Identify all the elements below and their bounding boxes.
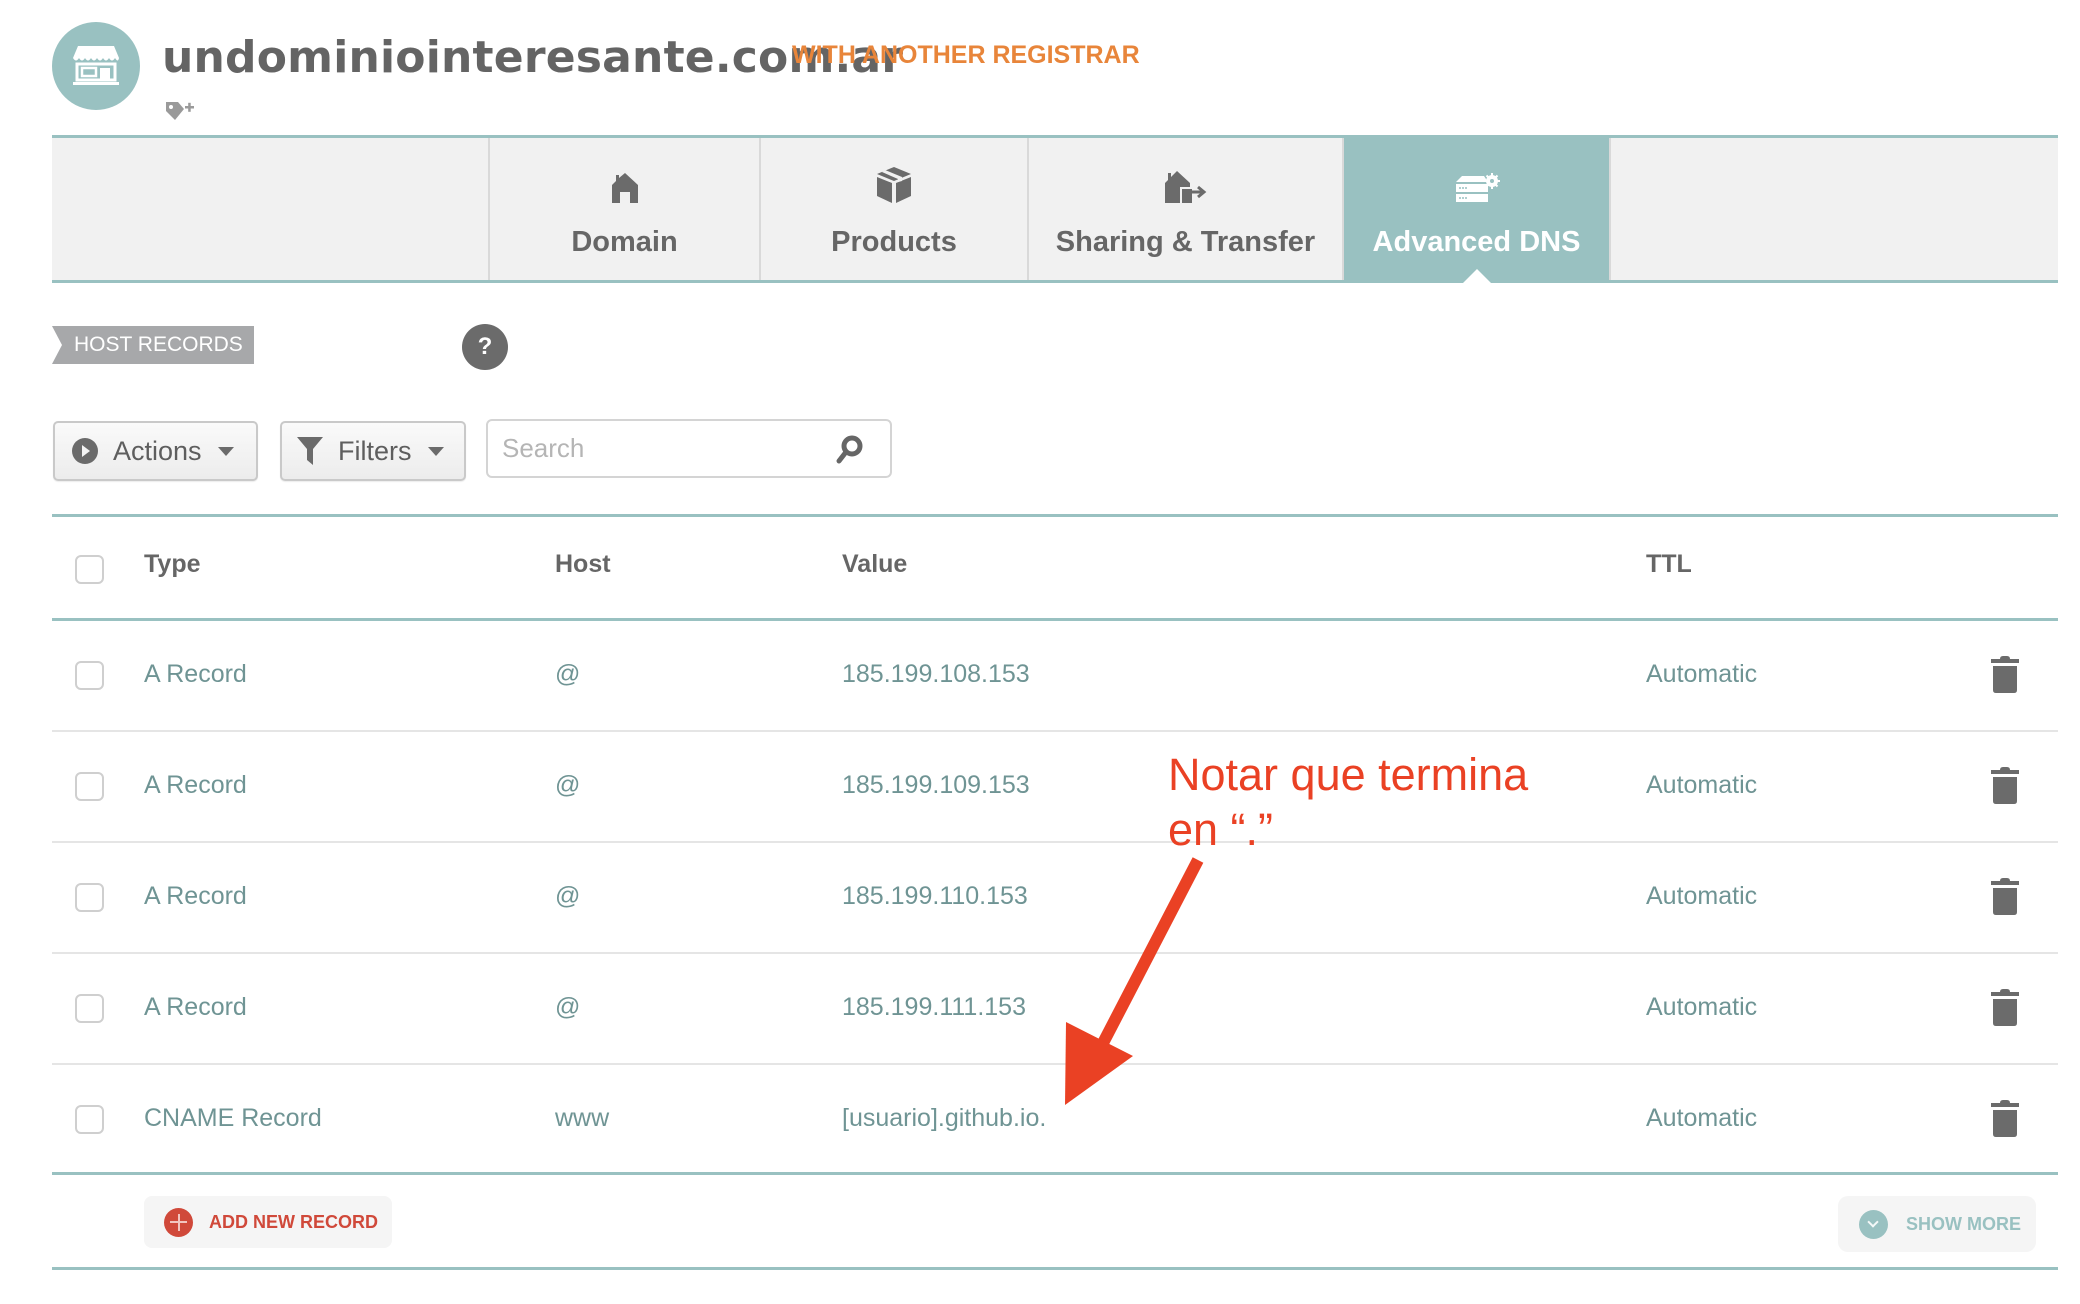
- trash-icon[interactable]: [1990, 655, 2020, 694]
- cell-host: @: [555, 770, 581, 799]
- add-tag-icon[interactable]: [164, 100, 196, 127]
- funnel-icon: [297, 437, 323, 465]
- row-checkbox[interactable]: [75, 882, 104, 912]
- row-divider: [52, 952, 2058, 954]
- show-more-label: SHOW MORE: [1906, 1213, 2021, 1234]
- registrar-badge: WITH ANOTHER REGISTRAR: [792, 41, 1140, 69]
- tab-label: Domain: [571, 226, 678, 258]
- search-input[interactable]: [502, 421, 822, 476]
- show-more-button[interactable]: SHOW MORE: [1838, 1196, 2036, 1252]
- tab-label: Sharing & Transfer: [1055, 226, 1316, 258]
- row-checkbox[interactable]: [75, 660, 104, 690]
- actions-label: Actions: [113, 435, 202, 466]
- cell-ttl: Automatic: [1646, 659, 1758, 688]
- cell-ttl: Automatic: [1646, 770, 1758, 799]
- active-tab-caret: [1462, 269, 1491, 283]
- tab-domain[interactable]: Domain: [488, 138, 759, 280]
- server-gear-icon: [1454, 166, 1500, 204]
- cell-host: @: [555, 992, 581, 1021]
- tab-sharing-transfer[interactable]: Sharing & Transfer: [1027, 138, 1342, 280]
- house-icon: [611, 166, 639, 204]
- cell-type: A Record: [144, 659, 247, 688]
- trash-icon[interactable]: [1990, 1099, 2020, 1138]
- select-all-checkbox[interactable]: [75, 555, 104, 584]
- house-transfer-icon: [1164, 166, 1208, 204]
- annotation-line-2: en “.”: [1168, 804, 1274, 855]
- row-checkbox[interactable]: [75, 993, 104, 1023]
- cell-value: 185.199.110.153: [842, 881, 1028, 910]
- tab-label: Products: [831, 226, 957, 258]
- filters-dropdown[interactable]: Filters: [280, 421, 466, 481]
- tab-products[interactable]: Products: [759, 138, 1027, 280]
- trash-icon[interactable]: [1990, 988, 2020, 1027]
- column-header-host: Host: [555, 550, 611, 578]
- search-box: [486, 419, 892, 478]
- play-circle-icon: [72, 438, 98, 464]
- cell-type: A Record: [144, 881, 247, 910]
- cell-value: 185.199.111.153: [842, 992, 1026, 1021]
- table-bottom-border: [52, 1172, 2058, 1175]
- row-checkbox[interactable]: [75, 771, 104, 801]
- column-header-type: Type: [144, 550, 201, 578]
- cell-value: [usuario].github.io.: [842, 1103, 1047, 1132]
- filters-label: Filters: [338, 435, 412, 466]
- column-header-ttl: TTL: [1646, 550, 1692, 578]
- storefront-icon: [73, 46, 119, 85]
- add-new-record-label: ADD NEW RECORD: [209, 1211, 378, 1232]
- cell-value: 185.199.108.153: [842, 659, 1030, 688]
- host-records-label: HOST RECORDS: [52, 326, 254, 364]
- chevron-down-icon: [1859, 1209, 1888, 1239]
- help-button[interactable]: ?: [462, 324, 508, 370]
- table-header-border: [52, 618, 2058, 621]
- row-divider: [52, 730, 2058, 732]
- actions-dropdown[interactable]: Actions: [53, 421, 258, 481]
- trash-icon[interactable]: [1990, 766, 2020, 805]
- trash-icon[interactable]: [1990, 877, 2020, 916]
- tab-advanced-dns[interactable]: Advanced DNS: [1342, 138, 1609, 283]
- caret-down-icon: [427, 446, 444, 456]
- cell-host: www: [555, 1103, 610, 1132]
- cell-ttl: Automatic: [1646, 881, 1758, 910]
- cell-type: CNAME Record: [144, 1103, 322, 1132]
- section-bottom-border: [52, 1267, 2058, 1270]
- cell-host: @: [555, 881, 581, 910]
- row-checkbox[interactable]: [75, 1104, 104, 1134]
- cell-type: A Record: [144, 770, 247, 799]
- tab-bar: Domain Products Sharing & Transfer Advan…: [52, 135, 2058, 283]
- cell-ttl: Automatic: [1646, 1103, 1758, 1132]
- box-icon: [876, 166, 912, 204]
- annotation-line-1: Notar que termina: [1168, 749, 1529, 800]
- tab-label: Advanced DNS: [1372, 226, 1581, 258]
- cell-host: @: [555, 659, 581, 688]
- search-icon[interactable]: [836, 435, 864, 465]
- domain-logo: [52, 22, 140, 110]
- table-top-border: [52, 514, 2058, 517]
- add-new-record-button[interactable]: ADD NEW RECORD: [144, 1196, 392, 1248]
- caret-down-icon: [217, 446, 234, 456]
- row-divider: [52, 841, 2058, 843]
- cell-value: 185.199.109.153: [842, 770, 1030, 799]
- row-divider: [52, 1063, 2058, 1065]
- cell-type: A Record: [144, 992, 247, 1021]
- annotation-text: Notar que termina en “.”: [1168, 747, 1528, 857]
- column-header-value: Value: [842, 550, 908, 578]
- tab-divider: [1609, 138, 1611, 280]
- plus-circle-icon: [164, 1207, 193, 1237]
- cell-ttl: Automatic: [1646, 992, 1758, 1021]
